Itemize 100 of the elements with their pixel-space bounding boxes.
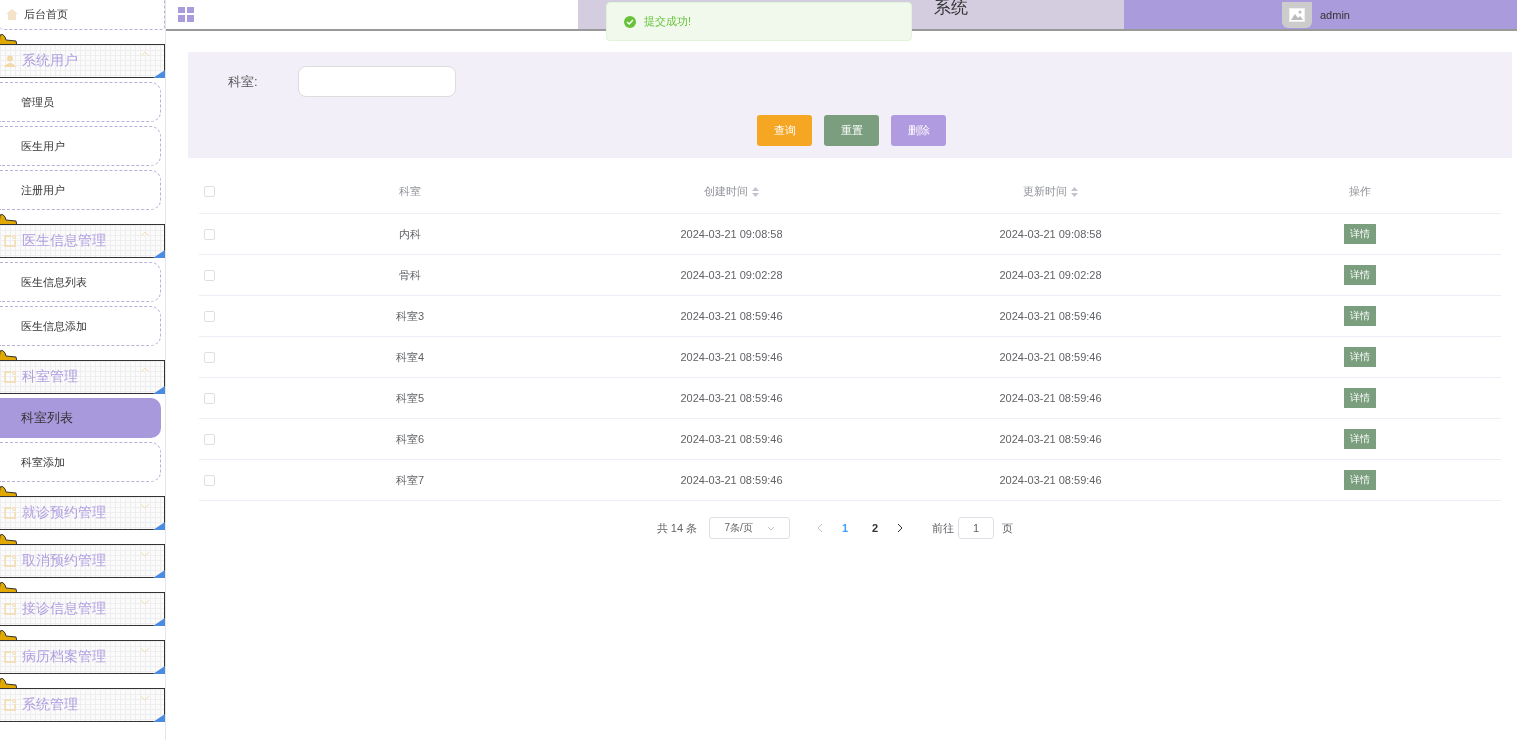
goto-label: 前往 (932, 520, 955, 536)
menu-item[interactable]: 医生用户 (0, 126, 161, 166)
table-cell: 2024-03-21 09:08:58 (999, 228, 1102, 240)
corner-fold-icon (153, 70, 165, 78)
menu-group-header[interactable]: 接诊信息管理 (0, 592, 165, 626)
menu-item[interactable]: 注册用户 (0, 170, 161, 210)
page-number[interactable]: 2 (860, 522, 891, 534)
column-header: 操作 (1349, 184, 1371, 199)
details-button[interactable]: 详情 (1344, 265, 1376, 285)
chevron-icon (140, 695, 150, 701)
sort-icon[interactable] (1071, 186, 1078, 197)
goto-page-input[interactable]: 1 (958, 517, 995, 539)
table-cell: 科室7 (395, 472, 425, 488)
page-suffix: 页 (1002, 520, 1014, 536)
document-icon (4, 651, 16, 663)
document-icon (4, 371, 16, 383)
chevron-icon (140, 367, 150, 373)
reset-button[interactable]: 重置 (824, 115, 879, 146)
menu-group-header[interactable]: 系统管理 (0, 688, 165, 722)
menu-item[interactable]: 医生信息添加 (0, 306, 161, 346)
success-toast: 提交成功! (606, 2, 912, 41)
menu-group-header[interactable]: 取消预约管理 (0, 544, 165, 578)
sort-icon[interactable] (752, 186, 759, 197)
corner-fold-icon (153, 386, 165, 394)
total-count: 共 14 条 (656, 520, 698, 536)
table-cell: 2024-03-21 08:59:46 (999, 433, 1102, 445)
table-cell: 2024-03-21 08:59:46 (680, 392, 783, 404)
details-button[interactable]: 详情 (1344, 306, 1376, 326)
table-cell: 科室4 (395, 349, 425, 365)
table-cell: 2024-03-21 08:59:46 (680, 351, 783, 363)
home-menu-item[interactable]: 后台首页 (0, 0, 165, 30)
menu-item[interactable]: 医生信息列表 (0, 262, 161, 302)
row-checkbox[interactable] (204, 310, 215, 322)
table-cell: 内科 (399, 226, 421, 242)
menu-item[interactable]: 科室添加 (0, 442, 161, 482)
chevron-icon (140, 51, 150, 57)
menu-group-header[interactable]: 系统用户 (0, 44, 165, 78)
delete-button[interactable]: 删除 (891, 115, 946, 146)
table-cell: 骨科 (399, 267, 421, 283)
details-button[interactable]: 详情 (1344, 224, 1376, 244)
home-icon (6, 9, 18, 20)
dropdown-caret-icon (766, 525, 775, 531)
table-cell: 2024-03-21 08:59:46 (999, 392, 1102, 404)
row-checkbox[interactable] (204, 474, 215, 486)
row-checkbox[interactable] (204, 269, 215, 281)
chevron-icon (140, 551, 150, 557)
document-icon (4, 507, 16, 519)
row-checkbox[interactable] (204, 228, 215, 240)
details-button[interactable]: 详情 (1344, 347, 1376, 367)
menu-group-header[interactable]: 医生信息管理 (0, 224, 165, 258)
table-cell: 2024-03-21 08:59:46 (680, 310, 783, 322)
corner-fold-icon (153, 570, 165, 578)
details-button[interactable]: 详情 (1344, 388, 1376, 408)
column-header: 更新时间 (1023, 184, 1067, 199)
department-input-field[interactable] (297, 66, 456, 97)
row-checkbox[interactable] (204, 392, 215, 404)
table-cell: 科室3 (395, 308, 425, 324)
avatar-image-icon[interactable] (1282, 1, 1312, 28)
user-icon (4, 55, 16, 67)
menu-group-header[interactable]: 就诊预约管理 (0, 496, 165, 530)
table-cell: 2024-03-21 08:59:46 (999, 310, 1102, 322)
details-button[interactable]: 详情 (1344, 470, 1376, 490)
document-icon (4, 699, 16, 711)
corner-fold-icon (153, 714, 165, 722)
chevron-icon (140, 599, 150, 605)
document-icon (4, 555, 16, 567)
menu-group-header[interactable]: 科室管理 (0, 360, 165, 394)
page-number[interactable]: 1 (830, 522, 861, 534)
corner-fold-icon (153, 618, 165, 626)
column-header: 创建时间 (704, 184, 748, 199)
table-cell: 2024-03-21 08:59:46 (680, 474, 783, 486)
page-size-select[interactable]: 7条/页 (709, 517, 791, 539)
select-all-checkbox[interactable] (204, 186, 215, 197)
table-cell: 2024-03-21 08:59:46 (999, 474, 1102, 486)
query-button[interactable]: 查询 (757, 115, 812, 146)
corner-fold-icon (153, 522, 165, 530)
document-icon (4, 603, 16, 615)
column-header: 科室 (399, 184, 421, 199)
success-check-icon (624, 15, 636, 28)
table-cell: 2024-03-21 09:08:58 (680, 228, 783, 240)
chevron-icon (140, 647, 150, 653)
grid-icon[interactable] (178, 6, 195, 23)
details-button[interactable]: 详情 (1344, 429, 1376, 449)
corner-fold-icon (153, 250, 165, 258)
chevron-icon (140, 503, 150, 509)
corner-fold-icon (153, 666, 165, 674)
table-cell: 2024-03-21 08:59:46 (680, 433, 783, 445)
table-cell: 科室5 (395, 390, 425, 406)
field-label: 科室: (228, 72, 258, 91)
chevron-icon (140, 231, 150, 237)
table-cell: 科室6 (395, 431, 425, 447)
document-icon (4, 235, 16, 247)
menu-group-header[interactable]: 病历档案管理 (0, 640, 165, 674)
table-cell: 2024-03-21 09:02:28 (680, 269, 783, 281)
menu-item[interactable]: 科室列表 (0, 398, 161, 438)
row-checkbox[interactable] (204, 351, 215, 363)
table-cell: 2024-03-21 08:59:46 (999, 351, 1102, 363)
username[interactable]: admin (1320, 8, 1350, 21)
menu-item[interactable]: 管理员 (0, 82, 161, 122)
row-checkbox[interactable] (204, 433, 215, 445)
